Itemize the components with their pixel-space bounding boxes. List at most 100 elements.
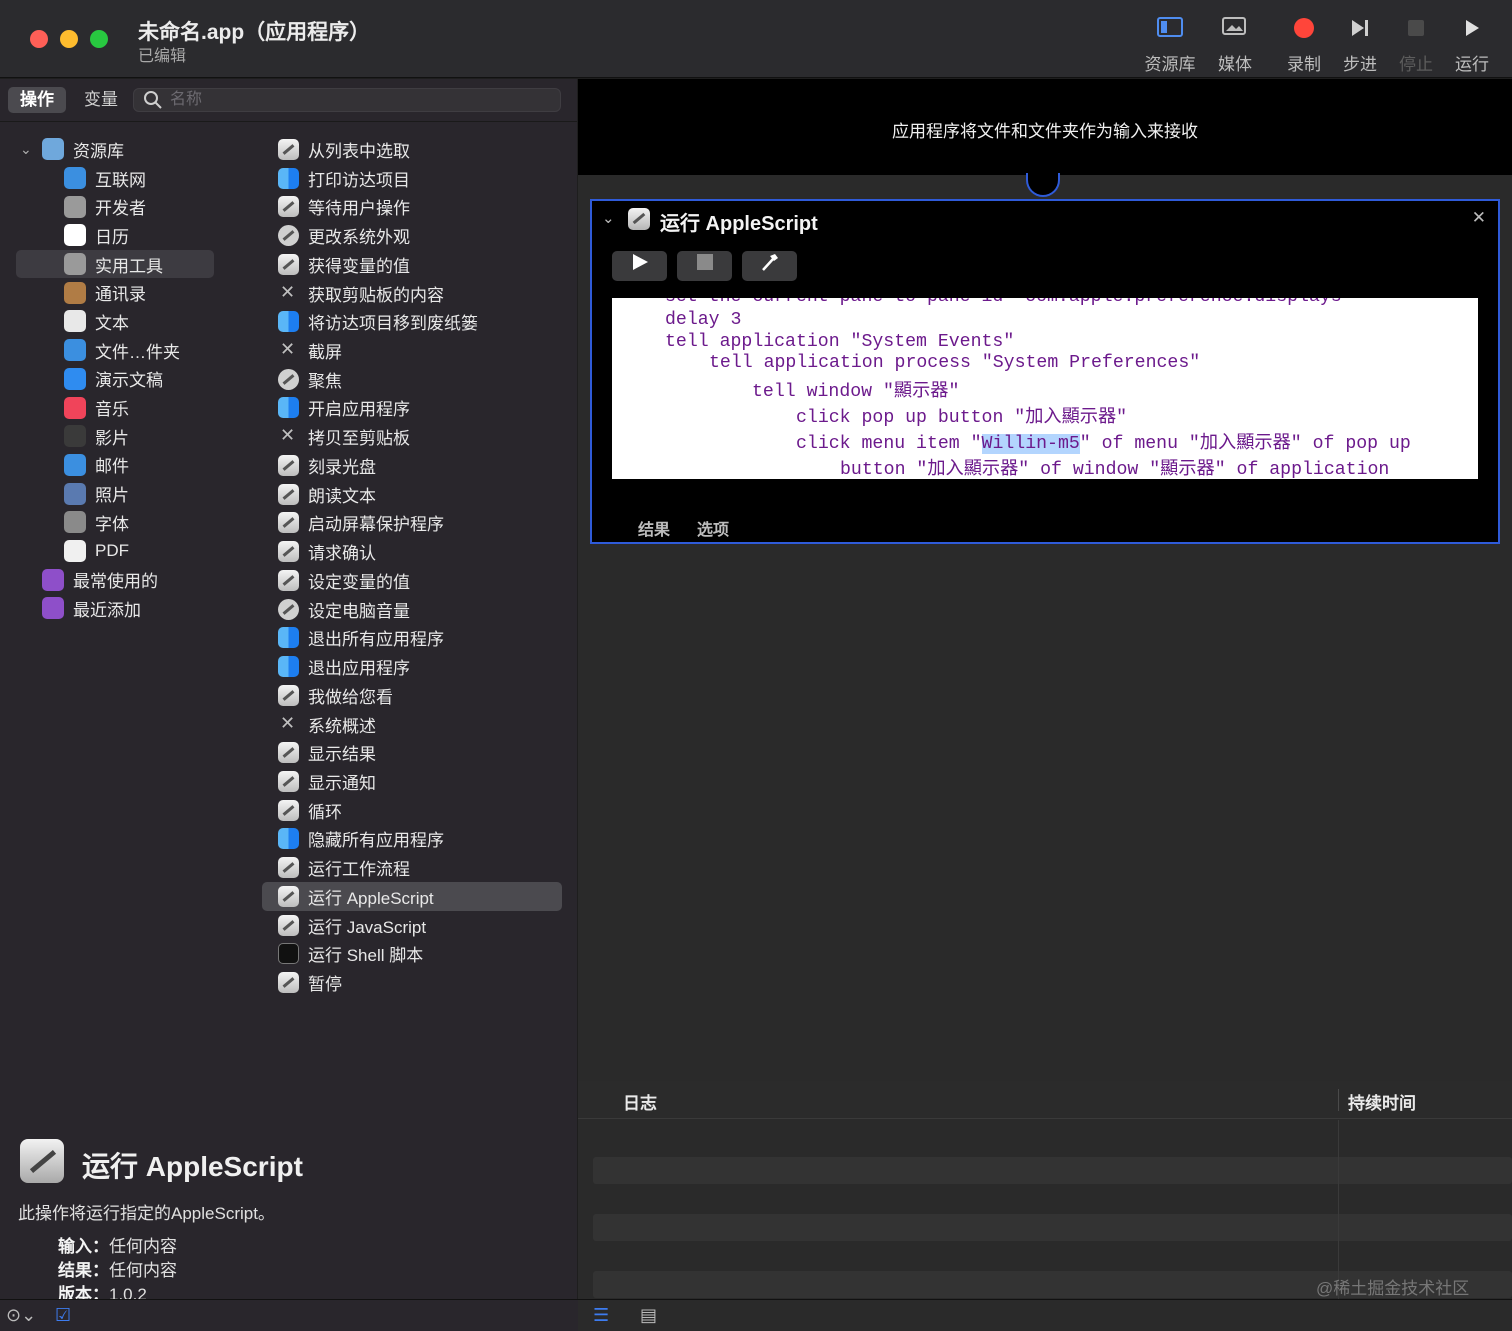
script-editor[interactable]: set the current pane to pane id "com.app… bbox=[612, 298, 1478, 479]
calendar-icon bbox=[64, 224, 86, 247]
sidebar-item-category[interactable]: 演示文稿 bbox=[0, 365, 260, 394]
sidebar-item-category[interactable]: 实用工具 bbox=[16, 249, 214, 279]
script-icon bbox=[278, 857, 299, 879]
action-list-item[interactable]: 获取剪贴板的内容 bbox=[262, 279, 562, 308]
title-bar: 未命名.app（应用程序） 已编辑 资源库 媒体 录制 步进 停止 运行 bbox=[0, 0, 1512, 78]
sidebar-item-category[interactable]: 日历 bbox=[0, 221, 260, 250]
minimize-window-button[interactable] bbox=[60, 30, 78, 48]
action-label: 刻录光盘 bbox=[308, 457, 376, 477]
list-view-icon[interactable]: ☰ bbox=[593, 1305, 609, 1326]
segment-variables[interactable]: 变量 bbox=[72, 87, 130, 113]
action-list-item[interactable]: 运行 Shell 脚本 bbox=[262, 940, 562, 969]
zoom-window-button[interactable] bbox=[90, 30, 108, 48]
tab-results[interactable]: 结果 bbox=[638, 516, 670, 540]
chevron-down-icon[interactable]: ⌄ bbox=[602, 209, 615, 227]
action-list-item[interactable]: 从列表中选取 bbox=[262, 135, 562, 164]
segment-actions[interactable]: 操作 bbox=[8, 87, 66, 113]
compile-button[interactable] bbox=[742, 251, 797, 281]
sidebar-item-category[interactable]: 开发者 bbox=[0, 192, 260, 221]
sidebar-item-category[interactable]: 通讯录 bbox=[0, 278, 260, 307]
action-list-item[interactable]: 更改系统外观 bbox=[262, 221, 562, 250]
globe-icon bbox=[64, 167, 86, 190]
burn-icon bbox=[278, 454, 299, 476]
description-result: 结果：任何内容 bbox=[58, 1256, 177, 1281]
action-list-item[interactable]: 打印访达项目 bbox=[262, 164, 562, 193]
code-line: click pop up button "加入顯示器" bbox=[796, 408, 1128, 428]
step-button[interactable]: 步进 bbox=[1330, 16, 1390, 74]
action-list-item[interactable]: 拷贝至剪贴板 bbox=[262, 422, 562, 451]
tab-options[interactable]: 选项 bbox=[697, 516, 729, 540]
duration-column-header[interactable]: 持续时间 bbox=[1348, 1089, 1416, 1114]
action-list-item[interactable]: 开启应用程序 bbox=[262, 394, 562, 423]
hammer-icon bbox=[761, 254, 778, 271]
script-icon bbox=[278, 253, 299, 275]
sidebar-item-category[interactable]: 文本 bbox=[0, 307, 260, 336]
sidebar-item-category[interactable]: 影片 bbox=[0, 422, 260, 451]
action-list-item[interactable]: 隐藏所有应用程序 bbox=[262, 825, 562, 854]
sidebar-item-category[interactable]: PDF bbox=[0, 537, 260, 566]
tools-icon bbox=[64, 195, 86, 218]
action-list-item[interactable]: 暂停 bbox=[262, 968, 562, 997]
finder-icon bbox=[278, 167, 299, 189]
action-list-item[interactable]: 获得变量的值 bbox=[262, 250, 562, 279]
sidebar-item-category[interactable]: 最常使用的 bbox=[0, 565, 260, 594]
action-list-item[interactable]: 运行工作流程 bbox=[262, 853, 562, 882]
sidebar-item-category[interactable]: 文件…件夹 bbox=[0, 336, 260, 365]
sidebar-item-category[interactable]: 互联网 bbox=[0, 164, 260, 193]
action-list-item[interactable]: 运行 AppleScript bbox=[262, 882, 562, 911]
description-panel: 运行 AppleScript 此操作将运行指定的AppleScript。 输入：… bbox=[0, 1133, 577, 1304]
run-script-button[interactable] bbox=[612, 251, 667, 281]
action-list-item[interactable]: 退出所有应用程序 bbox=[262, 623, 562, 652]
search-input[interactable] bbox=[170, 90, 550, 110]
action-list-item[interactable]: 请求确认 bbox=[262, 537, 562, 566]
log-column-header[interactable]: 日志 bbox=[623, 1089, 657, 1114]
action-label: 系统概述 bbox=[308, 716, 376, 736]
record-button[interactable]: 录制 bbox=[1274, 16, 1334, 74]
sidebar-item-category[interactable]: ⌄ 资源库 bbox=[0, 135, 260, 164]
script-icon bbox=[278, 138, 299, 160]
action-label: 拷贝至剪贴板 bbox=[308, 429, 410, 449]
action-title: 运行 AppleScript bbox=[660, 213, 818, 235]
library-button[interactable]: 资源库 bbox=[1140, 16, 1200, 74]
action-list-item[interactable]: 刻录光盘 bbox=[262, 451, 562, 480]
sidebar-item-category[interactable]: 最近添加 bbox=[0, 594, 260, 623]
action-list-item[interactable]: 将访达项目移到废纸篓 bbox=[262, 307, 562, 336]
music-icon bbox=[64, 396, 86, 419]
sidebar-item-category[interactable]: 照片 bbox=[0, 479, 260, 508]
sidebar-item-category[interactable]: 字体 bbox=[0, 508, 260, 537]
more-options-icon[interactable]: ⊙⌄ bbox=[6, 1305, 36, 1326]
action-list-item[interactable]: 截屏 bbox=[262, 336, 562, 365]
action-list-item[interactable]: 启动屏幕保护程序 bbox=[262, 509, 562, 538]
action-label: 我做给您看 bbox=[308, 687, 393, 707]
action-list-item[interactable]: 循环 bbox=[262, 796, 562, 825]
category-label: 字体 bbox=[95, 514, 129, 534]
toggle-description-icon[interactable]: ☑ bbox=[55, 1305, 71, 1326]
action-list-item[interactable]: 运行 JavaScript bbox=[262, 911, 562, 940]
action-list-item[interactable]: 设定电脑音量 bbox=[262, 595, 562, 624]
action-card[interactable]: ⌄ 运行 AppleScript ✕ set the current pane … bbox=[590, 199, 1500, 544]
action-list-item[interactable]: 聚焦 bbox=[262, 365, 562, 394]
search-box[interactable] bbox=[133, 88, 561, 112]
sidebar-item-category[interactable]: 音乐 bbox=[0, 393, 260, 422]
action-list-item[interactable]: 退出应用程序 bbox=[262, 652, 562, 681]
action-list-item[interactable]: 系统概述 bbox=[262, 710, 562, 739]
action-list-item[interactable]: 等待用户操作 bbox=[262, 192, 562, 221]
run-button[interactable]: 运行 bbox=[1442, 16, 1502, 74]
sidebar-item-category[interactable]: 邮件 bbox=[0, 451, 260, 480]
category-label: 最近添加 bbox=[73, 600, 141, 620]
action-connector bbox=[1026, 173, 1060, 197]
stop-script-button[interactable] bbox=[677, 251, 732, 281]
tools-icon bbox=[278, 713, 299, 735]
action-list-item[interactable]: 我做给您看 bbox=[262, 681, 562, 710]
action-list-item[interactable]: 朗读文本 bbox=[262, 480, 562, 509]
close-icon[interactable]: ✕ bbox=[1472, 208, 1486, 228]
media-button[interactable]: 媒体 bbox=[1205, 16, 1265, 74]
chevron-down-icon[interactable]: ⌄ bbox=[20, 141, 32, 158]
action-list-item[interactable]: 设定变量的值 bbox=[262, 566, 562, 595]
stop-button[interactable]: 停止 bbox=[1386, 16, 1446, 74]
close-window-button[interactable] bbox=[30, 30, 48, 48]
text-icon bbox=[278, 483, 299, 505]
split-view-icon[interactable]: ▤ bbox=[640, 1305, 657, 1326]
action-list-item[interactable]: 显示结果 bbox=[262, 738, 562, 767]
action-list-item[interactable]: 显示通知 bbox=[262, 767, 562, 796]
